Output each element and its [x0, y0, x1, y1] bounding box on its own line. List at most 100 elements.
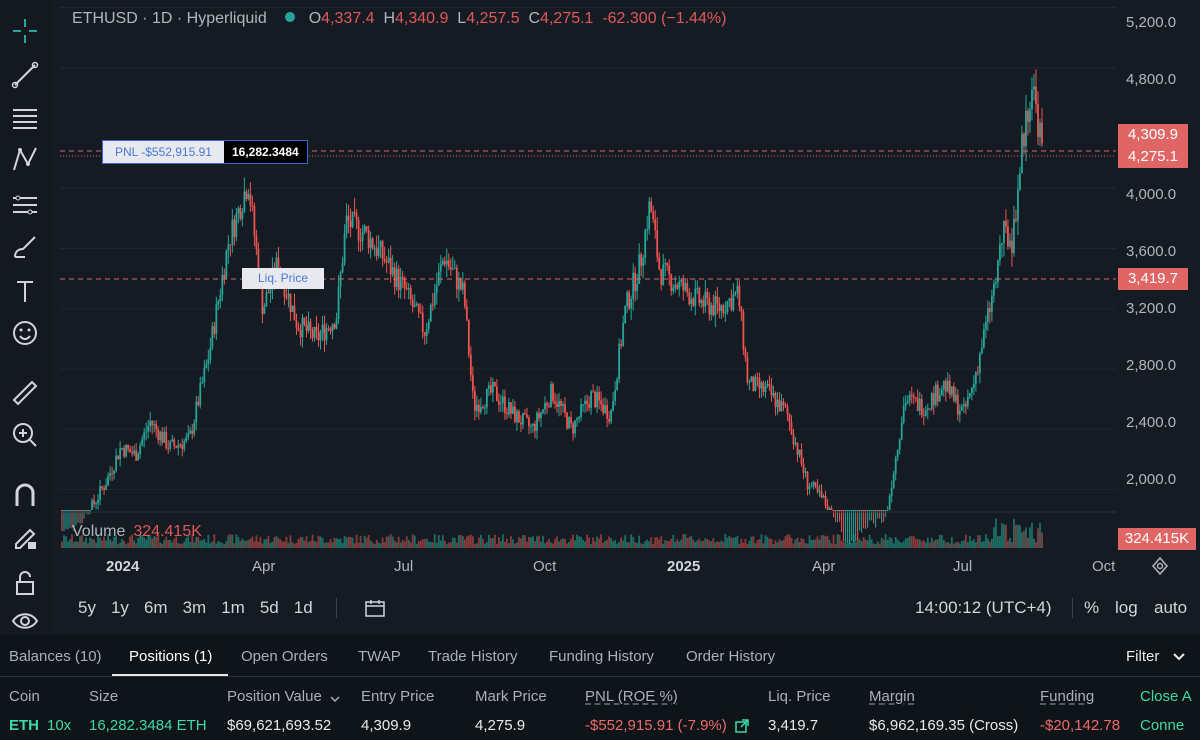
candle-body [451, 268, 454, 270]
candle-body [710, 305, 713, 315]
volume-bar [624, 535, 627, 548]
volume-bar [944, 542, 947, 548]
volume-bar [854, 542, 857, 548]
percent-toggle[interactable]: % [1084, 598, 1099, 618]
volume-bar [365, 537, 368, 548]
row-close-button[interactable]: Conne [1140, 717, 1184, 734]
col-position-value[interactable]: Position Value [227, 688, 322, 705]
candle-body [339, 272, 342, 287]
candle-body [1013, 219, 1015, 254]
auto-toggle[interactable]: auto [1154, 598, 1187, 618]
candle-body [960, 406, 963, 411]
candle-body [950, 386, 953, 395]
range-1m[interactable]: 1m [221, 598, 245, 623]
tab-order-history[interactable]: Order History [686, 648, 775, 665]
candle-body [694, 288, 697, 306]
volume-bar [918, 539, 921, 548]
candle-body [568, 417, 570, 429]
candle-body [315, 326, 318, 332]
col-close-all[interactable]: Close A [1140, 688, 1192, 705]
candle-body [383, 258, 386, 262]
volume-bar [928, 542, 931, 548]
range-3m[interactable]: 3m [183, 598, 207, 623]
volume-bar [962, 540, 965, 548]
candle-body [560, 401, 562, 406]
candlestick-chart[interactable] [0, 0, 1200, 640]
filter-button[interactable]: Filter [1126, 648, 1159, 665]
candle-body [1025, 111, 1027, 147]
tab-trade-history[interactable]: Trade History [428, 648, 517, 665]
range-1y[interactable]: 1y [111, 598, 129, 623]
row-pnl: -$552,915.91 (-7.9%) [585, 717, 727, 734]
volume-bar [504, 541, 506, 548]
row-coin[interactable]: ETH [9, 717, 39, 734]
volume-bar [271, 541, 274, 548]
tab-funding-history[interactable]: Funding History [549, 648, 654, 665]
candle-body [481, 407, 484, 409]
tab-balances[interactable]: Balances (10) [9, 648, 102, 665]
sort-chevron-icon[interactable] [329, 692, 341, 710]
volume-bar [768, 538, 771, 548]
candle-body [65, 510, 67, 511]
tab-twap[interactable]: TWAP [358, 648, 401, 665]
volume-bar [313, 540, 316, 548]
volume-value: 324.415K [133, 523, 202, 540]
range-5y[interactable]: 5y [78, 598, 96, 623]
candle-body [329, 328, 332, 332]
candle-body [982, 329, 985, 348]
volume-bar [888, 537, 891, 548]
volume-bar [189, 541, 192, 548]
liq-price-label[interactable]: Liq. Price [242, 268, 325, 289]
volume-bar [379, 543, 382, 548]
volume-legend: Volume 324.415K [72, 523, 202, 541]
position-line-label[interactable]: PNL -$552,915.91 16,282.3484 [102, 140, 308, 164]
candle-body [808, 487, 811, 490]
candle-body [898, 439, 901, 450]
candle-body [213, 325, 216, 334]
range-5d[interactable]: 5d [260, 598, 279, 623]
y-tick: 2,000.0 [1126, 471, 1177, 488]
symbol-legend: ETHUSD · 1D · Hyperliquid O4,337.4 H4,340… [72, 10, 726, 28]
volume-bar [67, 541, 69, 548]
volume-bar [574, 540, 576, 548]
volume-bar [269, 543, 272, 548]
volume-bar [355, 534, 358, 548]
clock[interactable]: 14:00:12 (UTC+4) [915, 598, 1052, 618]
candle-body [111, 473, 114, 475]
range-1d[interactable]: 1d [294, 598, 313, 623]
volume-bar [798, 541, 801, 548]
candle-body [1009, 240, 1011, 247]
volume-bar [307, 542, 310, 548]
candle-body [682, 279, 685, 291]
candle-body [321, 324, 324, 334]
volume-bar [522, 535, 524, 548]
candle-body [477, 404, 480, 413]
candle-body [449, 267, 452, 270]
log-toggle[interactable]: log [1115, 598, 1138, 618]
candle-body [89, 510, 91, 511]
range-6m[interactable]: 6m [144, 598, 168, 623]
settings-icon[interactable] [1150, 556, 1170, 581]
candle-body [303, 317, 306, 325]
volume-bar [311, 534, 314, 548]
candle-body [453, 267, 456, 269]
tab-open-orders[interactable]: Open Orders [241, 648, 328, 665]
candle-body [778, 399, 781, 412]
candle-body [548, 405, 550, 407]
calendar-icon[interactable] [364, 598, 386, 623]
volume-bar [806, 543, 809, 548]
candle-body [856, 510, 859, 511]
volume-bar [119, 542, 122, 548]
volume-bar [778, 539, 781, 548]
candle-body [580, 404, 582, 417]
volume-bar [616, 543, 619, 548]
candle-body [526, 414, 528, 418]
candle-body [173, 439, 176, 446]
volume-bar [940, 535, 943, 548]
volume-bar [868, 534, 871, 548]
chevron-down-icon[interactable] [1172, 650, 1186, 669]
tab-positions[interactable]: Positions (1) [129, 648, 212, 665]
candle-body [187, 433, 190, 437]
volume-bar [834, 543, 837, 548]
share-icon[interactable] [735, 719, 749, 738]
